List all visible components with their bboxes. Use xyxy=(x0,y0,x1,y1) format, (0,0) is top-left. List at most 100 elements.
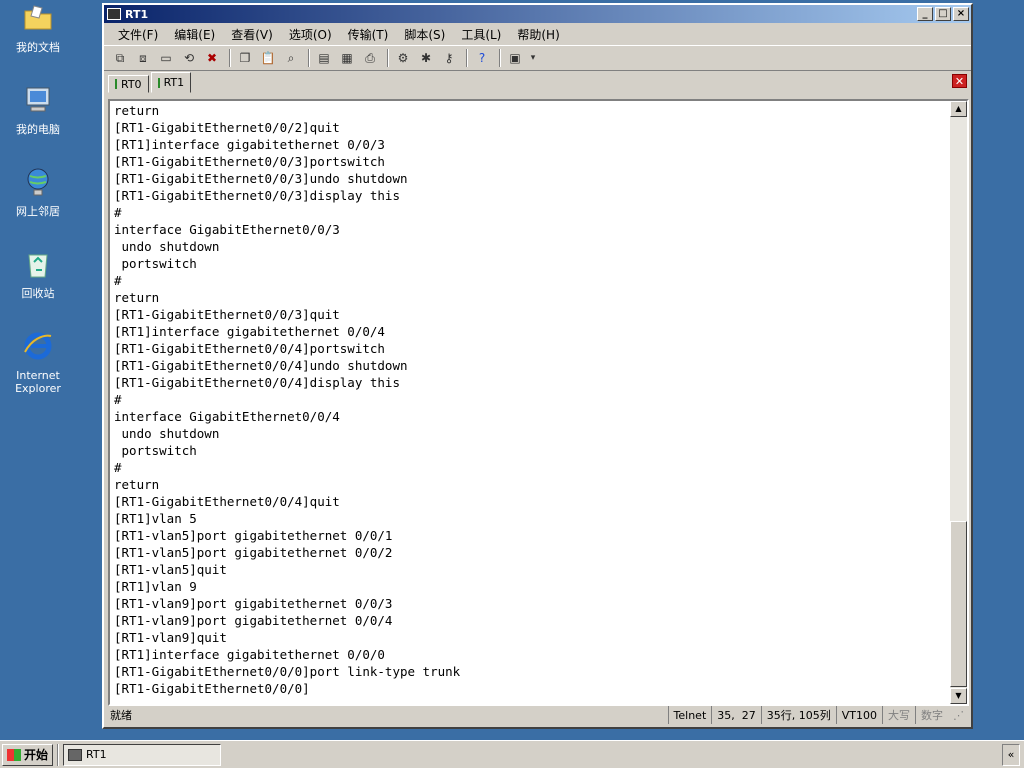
help-icon[interactable]: ? xyxy=(472,49,492,67)
toolbar-separator xyxy=(499,49,501,67)
status-terminal-size: 35行, 105列 xyxy=(760,706,836,724)
recycle-bin-icon xyxy=(28,254,48,278)
toolbar: ⧉ ⧈ ▭ ⟲ ✖ ❐ 📋 ⌕ ▤ ▦ ⎙ ⚙ ✱ ⚷ ? ▣ ▾ xyxy=(104,45,971,71)
terminal-line: [RT1-GigabitEthernet0/0/4]display this xyxy=(114,375,400,390)
terminal-line: return xyxy=(114,290,160,305)
taskbar-item-rt1[interactable]: RT1 xyxy=(63,743,222,766)
terminal-line: undo shutdown xyxy=(114,426,220,441)
desktop-icon-label: 回收站 xyxy=(21,287,55,300)
ie-icon xyxy=(24,332,52,360)
terminal-line: [RT1-GigabitEthernet0/0/4]quit xyxy=(114,494,340,509)
title-bar[interactable]: RT1 _ □ × xyxy=(104,5,971,23)
keymap-icon[interactable]: ⚷ xyxy=(439,49,459,67)
desktop-icon-label: 我的电脑 xyxy=(16,123,60,136)
desktop-icon-label: 我的文档 xyxy=(16,41,60,54)
print-screen-icon[interactable]: ⎙ xyxy=(360,49,380,67)
network-icon xyxy=(27,168,49,196)
menu-file[interactable]: 文件(F) xyxy=(110,24,166,45)
minimize-button[interactable]: _ xyxy=(917,7,933,21)
terminal-line: # xyxy=(114,460,122,475)
terminal-line: [RT1-vlan5]port gigabitethernet 0/0/2 xyxy=(114,545,393,560)
windows-logo-icon xyxy=(7,748,21,761)
desktop-icon-my-documents[interactable]: 我的文档 xyxy=(8,2,68,54)
taskbar-item-label: RT1 xyxy=(86,748,107,761)
print-icon[interactable]: ▦ xyxy=(337,49,357,67)
scroll-up-icon[interactable]: ▲ xyxy=(950,101,967,117)
terminal-line: # xyxy=(114,205,122,220)
quick-connect-icon[interactable]: ⧈ xyxy=(133,49,153,67)
window-title: RT1 xyxy=(125,7,149,21)
taskbar-separator xyxy=(57,743,60,766)
tab-status-indicator xyxy=(157,77,160,88)
terminal-line: [RT1]interface gigabitethernet 0/0/3 xyxy=(114,137,385,152)
terminal-window: RT1 _ □ × 文件(F) 编辑(E) 查看(V) 选项(O) 传输(T) … xyxy=(102,3,973,729)
app-icon xyxy=(68,748,83,761)
menu-tools[interactable]: 工具(L) xyxy=(453,24,509,45)
toolbar-separator xyxy=(229,49,231,67)
terminal-line: [RT1]interface gigabitethernet 0/0/4 xyxy=(114,324,385,339)
tab-rt0[interactable]: RT0 xyxy=(108,75,149,93)
terminal-line: [RT1-GigabitEthernet0/0/3]portswitch xyxy=(114,154,385,169)
terminal-line: undo shutdown xyxy=(114,239,220,254)
terminal-line: [RT1-GigabitEthernet0/0/3]undo shutdown xyxy=(114,171,408,186)
menu-edit[interactable]: 编辑(E) xyxy=(166,24,223,45)
toolbar-separator xyxy=(466,49,468,67)
chevron-down-icon[interactable]: ▾ xyxy=(528,49,538,67)
close-button[interactable]: × xyxy=(953,7,969,21)
desktop-icon-label: 网上邻居 xyxy=(16,205,60,218)
terminal-line: [RT1-vlan9]port gigabitethernet 0/0/4 xyxy=(114,613,393,628)
desktop-icon-network[interactable]: 网上邻居 xyxy=(8,166,68,218)
start-button[interactable]: 开始 xyxy=(2,743,54,766)
menu-script[interactable]: 脚本(S) xyxy=(396,24,453,45)
start-label: 开始 xyxy=(24,748,49,762)
terminal-line: # xyxy=(114,392,122,407)
desktop-icon-internet-explorer[interactable]: Internet Explorer xyxy=(8,330,68,395)
terminal-line: return xyxy=(114,477,160,492)
find-icon[interactable]: ⌕ xyxy=(281,49,301,67)
menu-help[interactable]: 帮助(H) xyxy=(509,24,567,45)
terminal-line: [RT1-vlan9]port gigabitethernet 0/0/3 xyxy=(114,596,393,611)
print-setup-icon[interactable]: ▤ xyxy=(314,49,334,67)
terminal-line: [RT1-vlan5]port gigabitethernet 0/0/1 xyxy=(114,528,393,543)
terminal-line: return xyxy=(114,103,160,118)
global-options-icon[interactable]: ✱ xyxy=(416,49,436,67)
menu-transfer[interactable]: 传输(T) xyxy=(340,24,397,45)
tray-expand-button[interactable]: « xyxy=(1002,743,1020,766)
terminal-line: [RT1]interface gigabitethernet 0/0/0 xyxy=(114,647,385,662)
terminal-line: [RT1-GigabitEthernet0/0/2]quit xyxy=(114,120,340,135)
customize-icon[interactable]: ▣ xyxy=(505,49,525,67)
terminal-line: [RT1-vlan5]quit xyxy=(114,562,227,577)
status-num-lock: 数字 xyxy=(915,706,948,724)
reconnect-icon[interactable]: ⟲ xyxy=(179,49,199,67)
terminal-area[interactable]: return [RT1-GigabitEthernet0/0/2]quit [RT1… xyxy=(108,99,969,706)
terminal-line: [RT1-GigabitEthernet0/0/4]portswitch xyxy=(114,341,385,356)
connect-tab-icon[interactable]: ▭ xyxy=(156,49,176,67)
copy-icon[interactable]: ❐ xyxy=(235,49,255,67)
disconnect-icon[interactable]: ✖ xyxy=(202,49,222,67)
scroll-thumb[interactable] xyxy=(950,521,967,687)
terminal-line: [RT1-GigabitEthernet0/0/4]undo shutdown xyxy=(114,358,408,373)
tab-rt1[interactable]: RT1 xyxy=(150,72,192,93)
vertical-scrollbar[interactable]: ▲ ▼ xyxy=(950,101,967,704)
close-tab-icon[interactable]: ✕ xyxy=(952,74,967,88)
desktop-icon-my-computer[interactable]: 我的电脑 xyxy=(8,84,68,136)
desktop-icon-recycle-bin[interactable]: 回收站 xyxy=(8,248,68,300)
resize-grip-icon[interactable]: ⋰ xyxy=(948,706,969,724)
terminal-output[interactable]: return [RT1-GigabitEthernet0/0/2]quit [RT1… xyxy=(110,101,950,704)
tab-label: RT0 xyxy=(121,77,142,91)
app-icon xyxy=(107,8,121,20)
connect-icon[interactable]: ⧉ xyxy=(110,49,130,67)
terminal-line: interface GigabitEthernet0/0/3 xyxy=(114,222,340,237)
paste-icon[interactable]: 📋 xyxy=(258,49,278,67)
status-caps-lock: 大写 xyxy=(882,706,915,724)
menu-view[interactable]: 查看(V) xyxy=(223,24,281,45)
terminal-line: [RT1]vlan 9 xyxy=(114,579,197,594)
session-options-icon[interactable]: ⚙ xyxy=(393,49,413,67)
terminal-line: portswitch xyxy=(114,443,197,458)
terminal-line: [RT1-GigabitEthernet0/0/0]port link-type… xyxy=(114,664,461,679)
toolbar-separator xyxy=(387,49,389,67)
desktop-icon-label: Internet Explorer xyxy=(15,369,61,395)
menu-options[interactable]: 选项(O) xyxy=(281,24,340,45)
scroll-down-icon[interactable]: ▼ xyxy=(950,688,967,704)
maximize-button[interactable]: □ xyxy=(935,7,951,21)
